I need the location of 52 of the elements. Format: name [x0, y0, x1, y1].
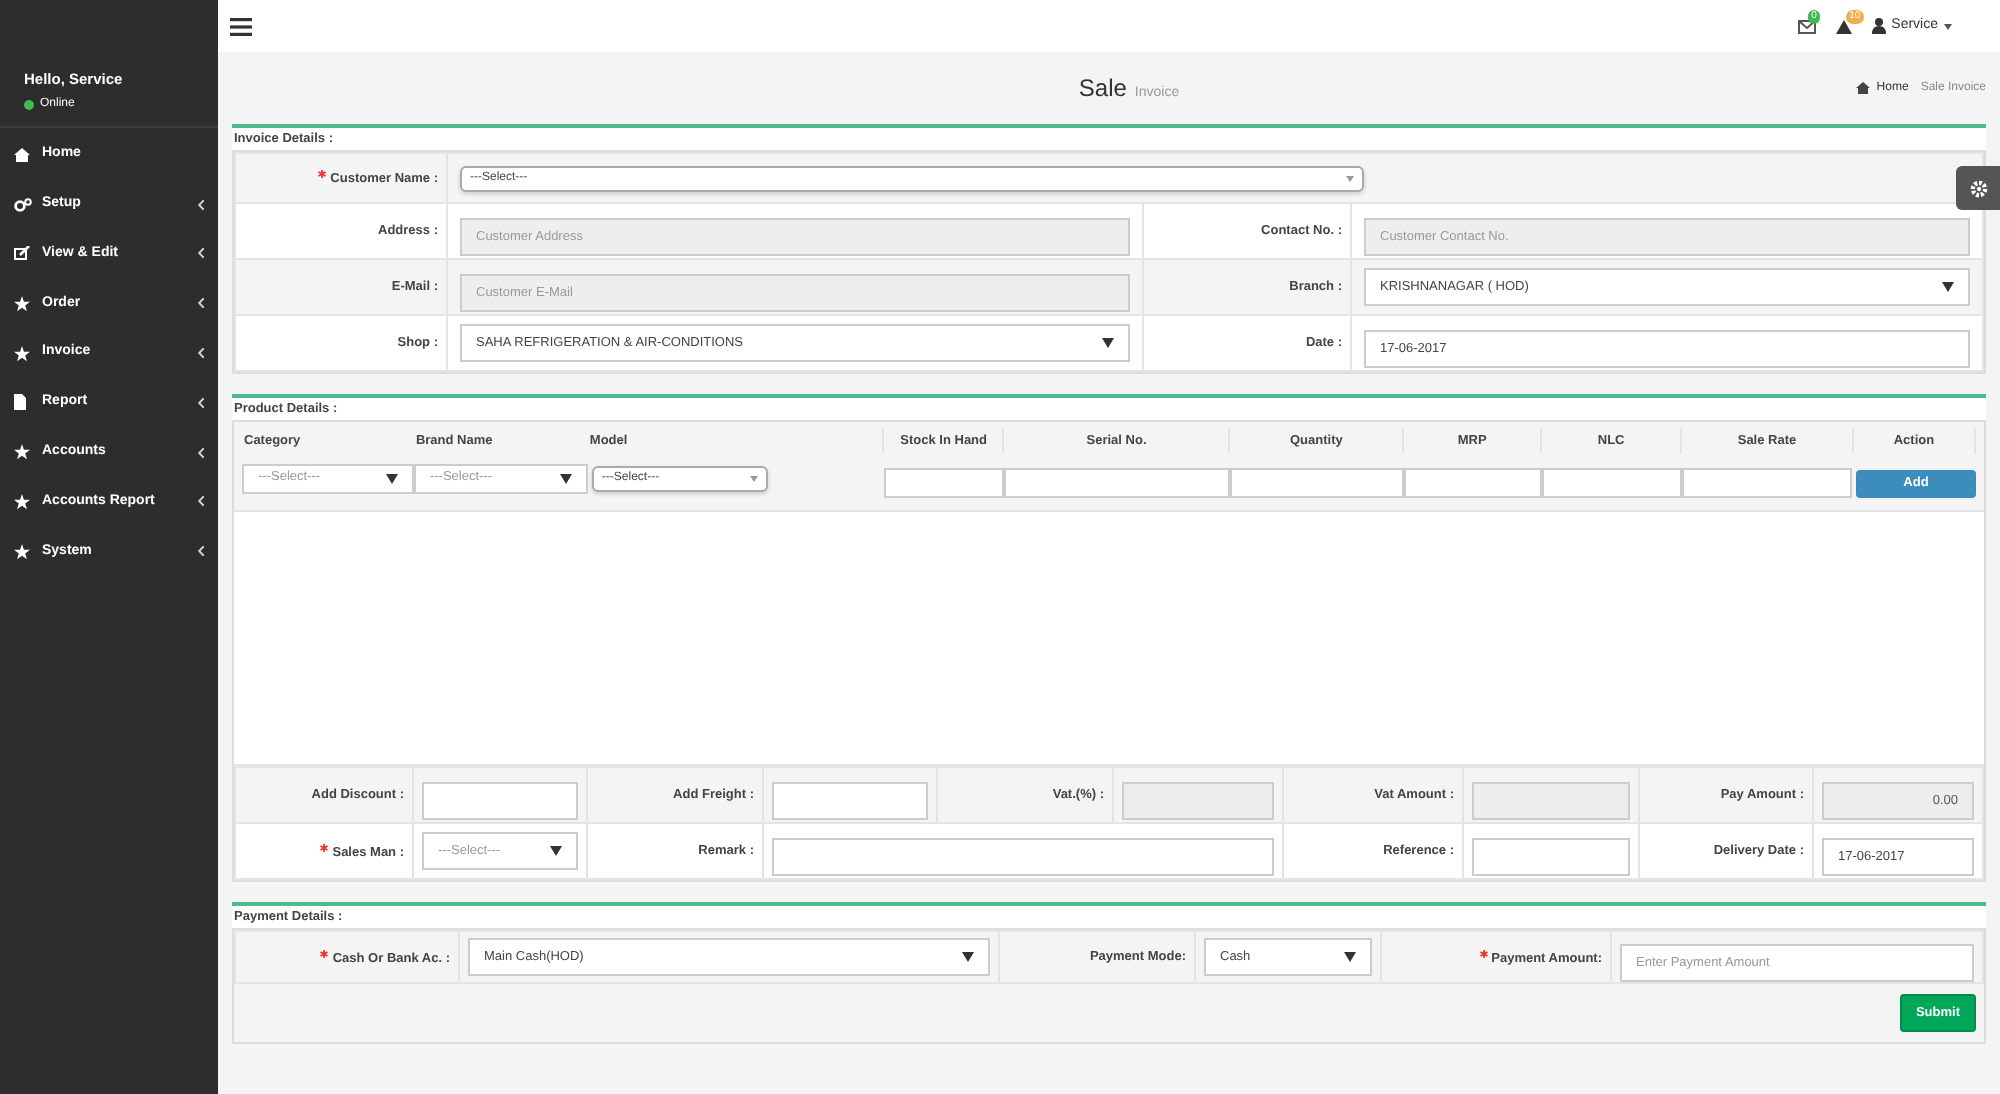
- caret-icon: [559, 473, 572, 483]
- input-field[interactable]: [1122, 781, 1274, 819]
- page-title: Sale: [1078, 72, 1127, 106]
- required-icon: [1479, 949, 1488, 958]
- input-field[interactable]: [772, 781, 928, 819]
- caret-icon: [550, 846, 562, 856]
- required-icon: [320, 843, 329, 852]
- input-field[interactable]: [772, 837, 1274, 875]
- input-field[interactable]: [422, 781, 578, 819]
- caret-icon: [1102, 338, 1114, 348]
- input-field[interactable]: [1229, 468, 1404, 498]
- settings-icon: [1969, 179, 1987, 197]
- input-field[interactable]: [1681, 468, 1853, 498]
- file-icon: [14, 394, 26, 411]
- star-icon: [14, 493, 30, 510]
- input-field[interactable]: [1541, 468, 1682, 498]
- input-field[interactable]: [883, 468, 1004, 498]
- caret-icon: [1346, 175, 1354, 181]
- gears-icon: [14, 197, 32, 212]
- caret-icon: [1942, 282, 1954, 292]
- star-icon: [14, 444, 30, 461]
- settings-button[interactable]: [1956, 166, 2000, 210]
- menu-icon[interactable]: [230, 17, 252, 35]
- caret-icon: [1344, 952, 1356, 962]
- edit-icon: [14, 246, 30, 261]
- caret-icon: [385, 473, 398, 483]
- online-status-icon: [24, 100, 34, 111]
- chevron-left-icon: [198, 546, 204, 557]
- caret-icon: [962, 952, 974, 962]
- star-icon: [14, 345, 30, 362]
- input-field[interactable]: [1472, 837, 1630, 875]
- chevron-left-icon: [198, 348, 204, 359]
- required-icon: [318, 170, 327, 179]
- chevron-left-icon: [198, 199, 204, 210]
- star-icon: [14, 295, 30, 312]
- chevron-left-icon: [198, 447, 204, 458]
- chevron-left-icon: [198, 496, 204, 507]
- star-icon: [14, 543, 30, 560]
- warning-icon[interactable]: [1835, 19, 1852, 33]
- chevron-left-icon: [198, 397, 204, 408]
- chevron-left-icon: [198, 248, 204, 259]
- envelope-icon[interactable]: [1797, 19, 1816, 33]
- required-icon: [320, 949, 329, 958]
- caret-icon: [749, 475, 758, 481]
- home-icon: [1856, 82, 1871, 94]
- user-icon: [1871, 18, 1886, 34]
- chevron-left-icon: [198, 298, 204, 309]
- home-icon: [14, 147, 30, 162]
- input-field[interactable]: [1003, 468, 1230, 498]
- caret-icon: [1944, 23, 1952, 29]
- input-field[interactable]: [1403, 468, 1542, 498]
- input-field[interactable]: [1472, 781, 1630, 819]
